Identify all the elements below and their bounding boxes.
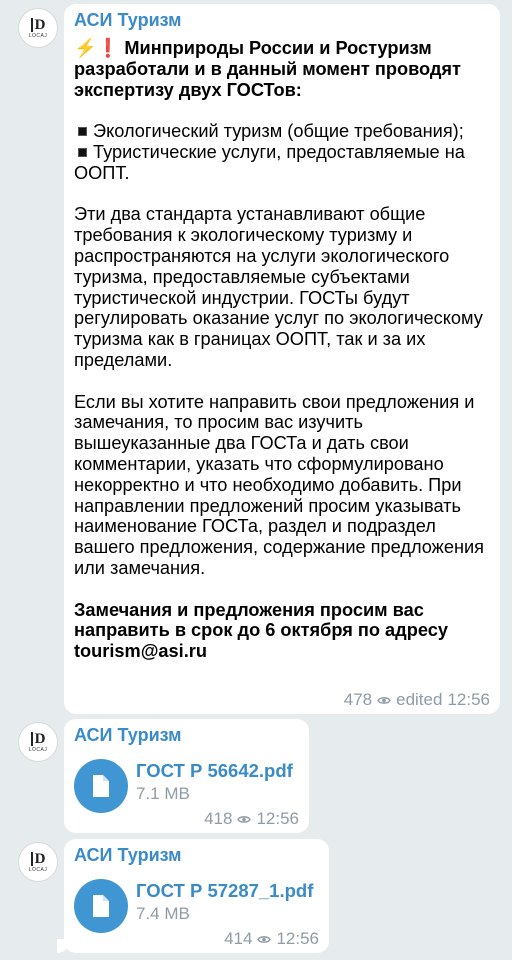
file-size: 7.1 MB (136, 784, 190, 803)
view-count: 418 (204, 809, 233, 828)
file-name-link[interactable]: ГОСТ Р 57287_1.pdf (136, 880, 313, 902)
avatar-logo-letter: D (30, 731, 45, 746)
black-square-icon (78, 126, 87, 136)
intro-text: Минприроды России и Ростуризм разработал… (74, 38, 461, 100)
paragraph: Если вы хотите направить свои предложени… (74, 391, 484, 578)
message-meta: 414 12:56 (224, 929, 319, 949)
channel-avatar[interactable]: D LOCAJ (18, 722, 58, 762)
list-item-text: Туристические услуги, предоставляемые на… (74, 141, 465, 183)
file-icon[interactable] (74, 759, 128, 813)
paragraph: Эти два стандарта устанавливают общие тр… (74, 204, 483, 370)
sender-name[interactable]: АСИ Туризм (74, 725, 181, 746)
file-size: 7.4 MB (136, 904, 190, 923)
eye-icon (377, 696, 391, 705)
channel-avatar[interactable]: D LOCAJ (18, 8, 58, 48)
file-name-link[interactable]: ГОСТ Р 56642.pdf (136, 760, 293, 782)
eye-icon (257, 935, 272, 944)
sender-name[interactable]: АСИ Туризм (74, 10, 181, 31)
sender-name[interactable]: АСИ Туризм (74, 845, 181, 866)
channel-avatar[interactable]: D LOCAJ (18, 842, 58, 882)
file-icon[interactable] (74, 879, 128, 933)
edited-label: edited (396, 690, 443, 709)
lightning-exclamation-emoji: ⚡❗ (74, 38, 120, 58)
avatar-logo-letter: D (30, 851, 45, 866)
message-bubble[interactable]: АСИ Туризм ГОСТ Р 57287_1.pdf 7.4 MB 414… (57, 839, 329, 953)
avatar-logo-text: LOCAJ (28, 32, 48, 39)
list-item: Туристические услуги, предоставляемые на… (74, 142, 494, 184)
view-count: 478 (343, 690, 373, 709)
closing-paragraph: Замечания и предложения просим вас напра… (74, 599, 448, 662)
message-bubble[interactable]: АСИ Туризм ⚡❗ Минприроды России и Ростур… (64, 4, 500, 714)
view-count: 414 (224, 929, 253, 948)
message-bubble[interactable]: АСИ Туризм ГОСТ Р 56642.pdf 7.1 MB 418 1… (64, 719, 309, 833)
message-meta: 418 12:56 (204, 809, 299, 829)
list-item: Экологический туризм (общие требования); (74, 121, 494, 142)
eye-icon (237, 815, 252, 824)
message-time: 12:56 (256, 809, 299, 828)
avatar-logo-text: LOCAJ (28, 746, 48, 753)
intro-paragraph: ⚡❗ Минприроды России и Ростуризм разрабо… (74, 38, 494, 100)
message-time: 12:56 (276, 929, 319, 948)
message-text: ⚡❗ Минприроды России и Ростуризм разрабо… (74, 38, 494, 662)
message-meta: 478 edited 12:56 (344, 690, 490, 710)
black-square-icon (78, 147, 87, 157)
avatar-logo-letter: D (30, 17, 45, 32)
list-item-text: Экологический туризм (общие требования); (93, 121, 464, 142)
avatar-logo-text: LOCAJ (28, 866, 48, 873)
message-time: 12:56 (447, 690, 490, 709)
